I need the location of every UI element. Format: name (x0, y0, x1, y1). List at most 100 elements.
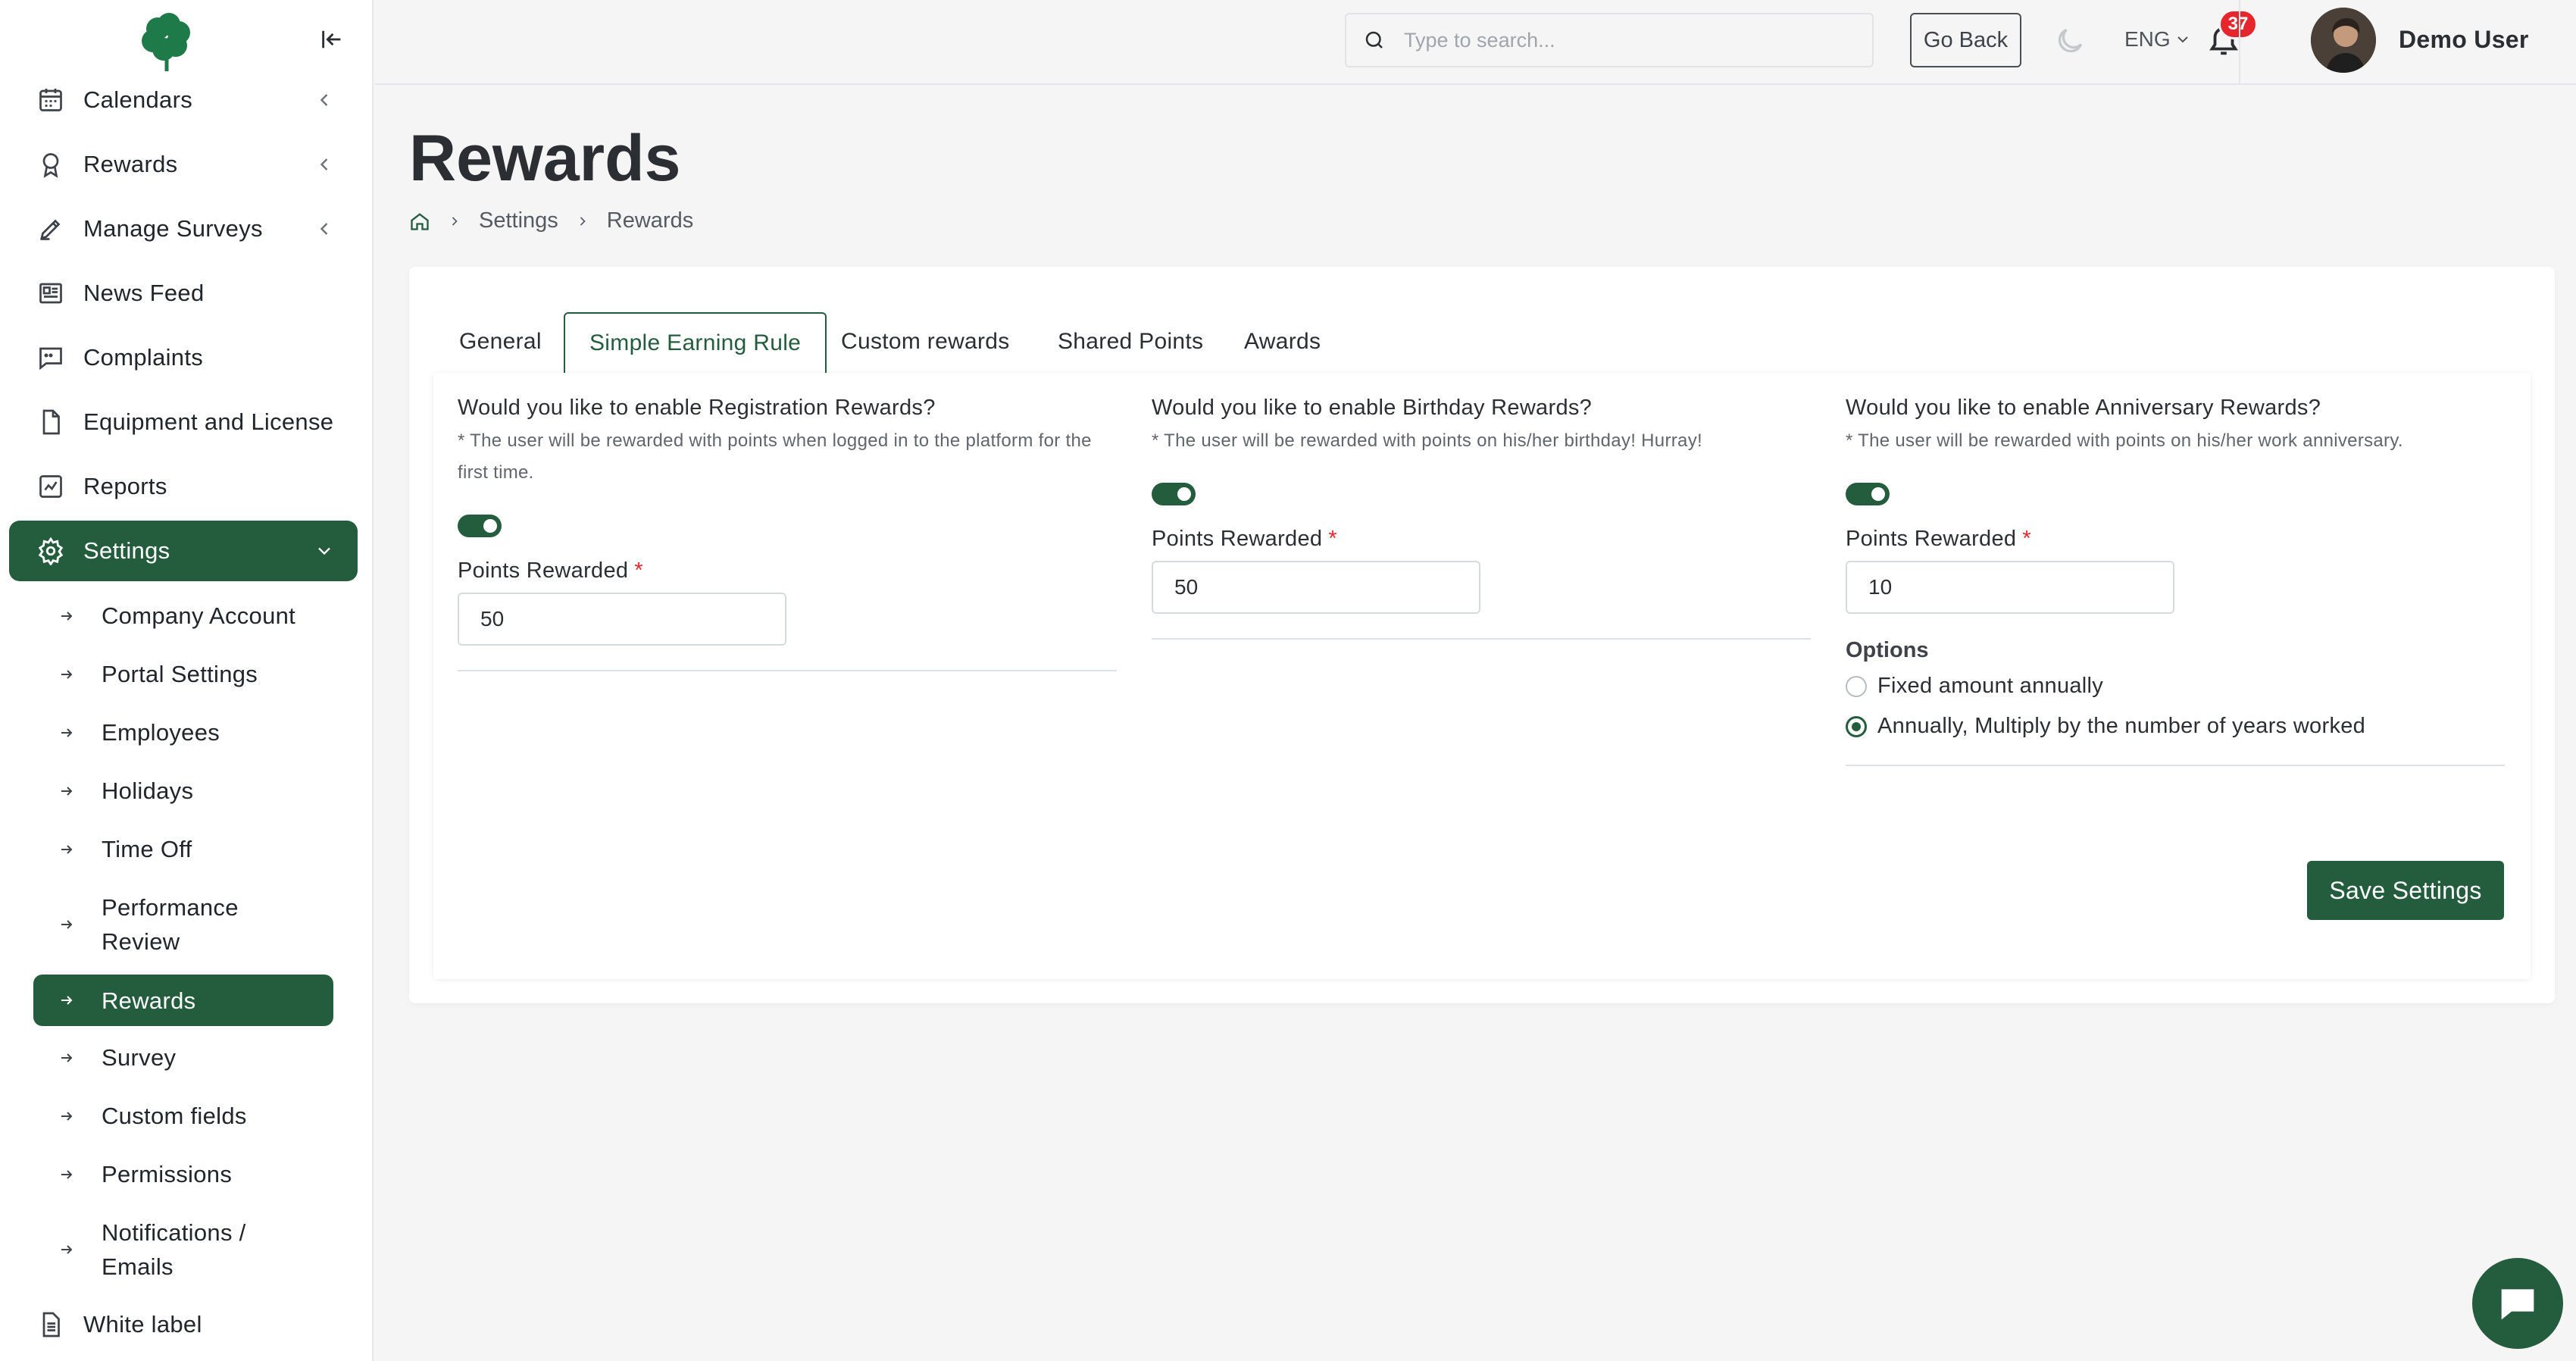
chevron-left-icon (320, 158, 328, 171)
registration-toggle[interactable] (458, 515, 502, 537)
divider (1846, 765, 2505, 766)
tab-awards[interactable]: Awards (1220, 312, 1345, 371)
chart-icon (35, 471, 67, 502)
sidebar-item-equipment[interactable]: Equipment and License (9, 392, 358, 452)
breadcrumb: Settings Rewards (409, 208, 693, 233)
option-fixed-amount[interactable]: Fixed amount annually (1846, 674, 2505, 699)
sidebar-item-label: Calendars (83, 86, 193, 113)
birthday-toggle[interactable] (1152, 483, 1196, 505)
sub-item-label: Rewards (102, 987, 196, 1014)
sidebar-item-label: Reports (83, 473, 167, 499)
sub-item-performance-review[interactable]: Performance Review (33, 890, 333, 959)
tab-simple-earning-rule[interactable]: Simple Earning Rule (564, 312, 827, 373)
clover-logo-icon[interactable] (133, 8, 200, 74)
sidebar-item-settings[interactable]: Settings (9, 521, 358, 581)
sidebar-item-manage-surveys[interactable]: Manage Surveys (9, 199, 358, 259)
radio-button-selected[interactable] (1846, 715, 1867, 737)
chat-bubble-icon (35, 342, 67, 374)
birthday-note: * The user will be rewarded with points … (1152, 430, 1702, 451)
sub-item-label: Portal Settings (102, 661, 258, 687)
sub-item-label: Employees (102, 719, 220, 746)
sidebar-item-label: Complaints (83, 344, 204, 371)
sidebar-item-calendars[interactable]: Calendars (9, 70, 358, 130)
sub-item-label: Survey (102, 1044, 177, 1071)
sub-item-label: Custom fields (102, 1103, 247, 1129)
sidebar-item-rewards[interactable]: Rewards (9, 134, 358, 195)
search-box[interactable] (1345, 13, 1874, 67)
page-title: Rewards (409, 122, 681, 195)
registration-points-label: Points Rewarded * (458, 558, 643, 583)
search-icon (1365, 31, 1383, 48)
go-back-button[interactable]: Go Back (1910, 13, 2021, 67)
birthday-question: Would you like to enable Birthday Reward… (1152, 396, 1593, 420)
language-selector[interactable]: ENG (2124, 27, 2192, 52)
tab-general[interactable]: General (435, 312, 566, 371)
sub-item-label: Notifications / Emails (102, 1219, 246, 1280)
dark-mode-toggle-icon[interactable] (2053, 24, 2087, 58)
arrow-right-icon (61, 727, 73, 737)
chevron-down-icon (318, 547, 330, 555)
anniversary-toggle[interactable] (1846, 483, 1890, 505)
sidebar-item-complaints[interactable]: Complaints (9, 327, 358, 388)
anniversary-points-label: Points Rewarded * (1846, 527, 2031, 551)
arrow-right-icon (61, 1169, 73, 1179)
birthday-points-label: Points Rewarded * (1152, 527, 1337, 551)
avatar[interactable] (2311, 8, 2376, 73)
arrow-right-icon (61, 1245, 73, 1254)
search-input[interactable] (1404, 28, 1828, 52)
anniversary-points-input[interactable] (1846, 561, 2174, 614)
sub-item-company-account[interactable]: Company Account (33, 599, 333, 633)
arrow-right-icon (61, 669, 73, 679)
pen-icon (35, 213, 67, 245)
chat-support-button[interactable] (2472, 1258, 2563, 1349)
chevron-left-icon (320, 223, 328, 235)
newspaper-icon (35, 277, 67, 309)
sub-item-label: Holidays (102, 777, 194, 804)
chevron-left-icon (320, 94, 328, 106)
home-icon[interactable] (409, 211, 430, 232)
sidebar-item-label: White label (83, 1311, 202, 1338)
breadcrumb-settings[interactable]: Settings (479, 208, 558, 233)
award-icon (35, 149, 67, 180)
sidebar: Calendars Rewards Manage Surveys News Fe… (0, 0, 374, 1361)
sidebar-item-white-label[interactable]: White label (9, 1294, 358, 1355)
sub-item-holidays[interactable]: Holidays (33, 774, 333, 808)
option-multiply-years[interactable]: Annually, Multiply by the number of year… (1846, 714, 2505, 739)
sidebar-item-reports[interactable]: Reports (9, 456, 358, 517)
chevron-right-icon (580, 216, 586, 226)
user-name[interactable]: Demo User (2399, 26, 2529, 54)
topbar-divider (2239, 0, 2240, 83)
sub-item-permissions[interactable]: Permissions (33, 1157, 333, 1191)
tab-custom-rewards[interactable]: Custom rewards (817, 312, 1034, 371)
save-settings-button[interactable]: Save Settings (2307, 861, 2504, 920)
sub-item-employees[interactable]: Employees (33, 715, 333, 749)
arrow-right-icon (61, 844, 73, 854)
arrow-right-icon (61, 786, 73, 796)
sidebar-item-news-feed[interactable]: News Feed (9, 263, 358, 324)
arrow-right-icon (61, 1053, 73, 1062)
radio-button[interactable] (1846, 675, 1867, 697)
sub-item-custom-fields[interactable]: Custom fields (33, 1099, 333, 1133)
sub-item-portal-settings[interactable]: Portal Settings (33, 657, 333, 691)
divider (458, 670, 1117, 671)
breadcrumb-rewards: Rewards (606, 208, 694, 233)
sub-item-notifications-emails[interactable]: Notifications / Emails (33, 1216, 333, 1284)
sidebar-item-label: Manage Surveys (83, 215, 263, 242)
arrow-right-icon (61, 920, 73, 929)
collapse-sidebar-icon[interactable] (315, 23, 349, 56)
sidebar-item-label: Settings (83, 537, 170, 564)
sub-item-rewards[interactable]: Rewards (33, 975, 333, 1026)
tab-shared-points[interactable]: Shared Points (1033, 312, 1227, 371)
sub-item-label: Company Account (102, 602, 296, 629)
option-label: Annually, Multiply by the number of year… (1877, 714, 2366, 738)
options-label: Options (1846, 638, 1929, 662)
arrow-right-icon (61, 1111, 73, 1121)
registration-points-input[interactable] (458, 593, 786, 646)
sub-item-survey[interactable]: Survey (33, 1040, 333, 1075)
chat-icon (2501, 1289, 2534, 1320)
chevron-down-icon (2177, 36, 2188, 43)
registration-note: * The user will be rewarded with points … (458, 430, 1092, 483)
sub-item-time-off[interactable]: Time Off (33, 832, 333, 866)
document-icon (35, 406, 67, 438)
birthday-points-input[interactable] (1152, 561, 1480, 614)
